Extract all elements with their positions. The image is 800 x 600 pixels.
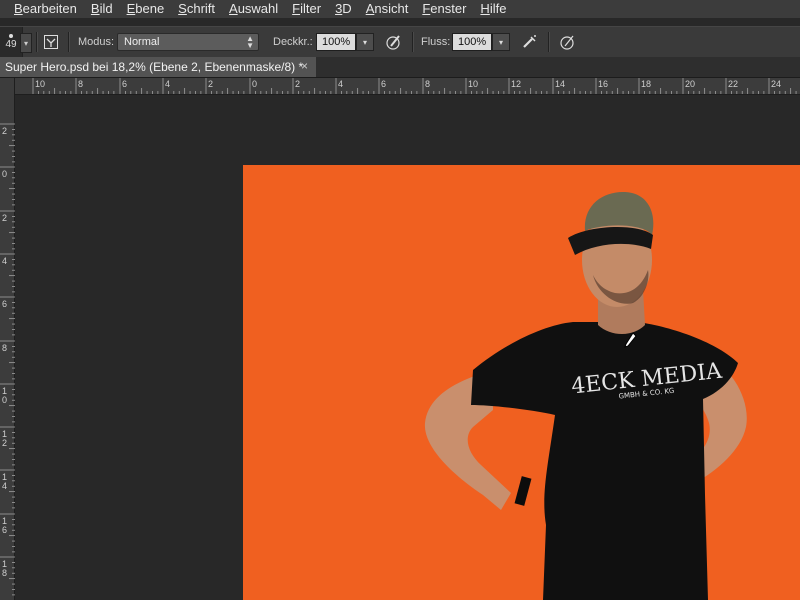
document-title: Super Hero.psd bei 18,2% (Ebene 2, Ebene… xyxy=(5,60,304,74)
ruler-label: 2 xyxy=(1,126,7,136)
brush-panel-icon xyxy=(44,35,58,49)
menu-bild[interactable]: Bild xyxy=(84,0,120,18)
flow-slider-toggle[interactable]: ▾ xyxy=(492,33,510,51)
ruler-label: 22 xyxy=(728,79,739,89)
ruler-label: 12 xyxy=(1,429,7,448)
opacity-label: Deckkr.: xyxy=(273,36,313,48)
ruler-label: 8 xyxy=(78,79,84,89)
menu-auswahl[interactable]: Auswahl xyxy=(222,0,285,18)
brush-panel-toggle[interactable] xyxy=(40,31,62,53)
menu-bar: Bearbeiten Bild Ebene Schrift Auswahl Filter 3… xyxy=(0,0,800,18)
brush-tip-icon xyxy=(9,34,13,38)
ruler-label: 14 xyxy=(1,472,7,491)
menu-accelerator: S xyxy=(178,1,187,16)
ruler-label: 6 xyxy=(122,79,128,89)
ruler-label: 6 xyxy=(1,299,7,309)
menu-accelerator: B xyxy=(90,1,100,16)
menu-accelerator: E xyxy=(126,1,136,16)
ruler-label: 20 xyxy=(685,79,696,89)
ruler-label: 24 xyxy=(771,79,782,89)
ruler-label: 8 xyxy=(1,343,7,353)
tool-options-bar: 49 ▾ Modus: Normal ▲ ▼ Deckkr.: 100% ▾ Fl… xyxy=(0,26,800,58)
menu-ebene[interactable]: Ebene xyxy=(120,0,172,18)
person-photo: 4ECK MEDIA GMBH & CO. KG xyxy=(424,191,747,600)
close-tab-icon[interactable]: × xyxy=(301,59,308,73)
separator xyxy=(36,32,38,52)
ruler-label: 16 xyxy=(1,516,7,535)
menu-label: uswahl xyxy=(237,1,279,16)
ruler-ticks xyxy=(32,78,797,94)
airbrush-icon xyxy=(523,35,536,48)
menu-label: earbeiten xyxy=(22,1,77,16)
ruler-label: 2 xyxy=(208,79,214,89)
ruler-label: 18 xyxy=(641,79,652,89)
mode-label: Modus: xyxy=(78,36,115,48)
menu-label: chrift xyxy=(186,1,216,16)
pressure-opacity-button[interactable] xyxy=(383,31,405,53)
menu-accelerator: H xyxy=(480,1,490,16)
menu-fenster[interactable]: Fenster xyxy=(415,0,473,18)
menu-3d[interactable]: 3D xyxy=(328,0,359,18)
pressure-size-button[interactable] xyxy=(557,31,579,53)
ruler-label: 2 xyxy=(1,213,7,223)
opacity-slider-toggle[interactable]: ▾ xyxy=(356,33,374,51)
separator xyxy=(68,32,70,52)
menu-label: enster xyxy=(430,1,467,16)
ruler-label: 12 xyxy=(511,79,522,89)
pressure-opacity-icon xyxy=(386,35,400,50)
ruler-label: 4 xyxy=(1,256,7,266)
mode-select[interactable]: Normal ▲ ▼ xyxy=(117,33,259,51)
menu-accelerator: B xyxy=(14,1,23,16)
ruler-label: 10 xyxy=(468,79,479,89)
ruler-label: 2 xyxy=(295,79,301,89)
ruler-label: 0 xyxy=(1,169,7,179)
ruler-label: 16 xyxy=(598,79,609,89)
ruler-label: 4 xyxy=(338,79,344,89)
separator xyxy=(548,32,550,52)
menu-hilfe[interactable]: Hilfe xyxy=(473,0,513,18)
menu-schrift[interactable]: Schrift xyxy=(171,0,222,18)
brush-size: 49 xyxy=(5,39,17,50)
brush-preset-dropdown[interactable]: ▾ xyxy=(20,33,32,53)
ruler-label: 14 xyxy=(555,79,566,89)
menu-label: nsicht xyxy=(374,1,409,16)
menu-bearbeiten[interactable]: Bearbeiten xyxy=(0,0,84,18)
flow-label: Fluss: xyxy=(421,36,451,48)
ruler-label: 18 xyxy=(1,559,7,578)
ruler-label: 0 xyxy=(252,79,258,89)
menu-label: ilter xyxy=(300,1,322,16)
ruler-label: 4 xyxy=(165,79,171,89)
menu-filter[interactable]: Filter xyxy=(285,0,328,18)
menu-label: D xyxy=(342,1,352,16)
select-arrows-icon: ▲ ▼ xyxy=(246,34,254,50)
menu-accelerator: F xyxy=(292,1,301,16)
mode-value: Normal xyxy=(124,36,160,48)
menu-ansicht[interactable]: Ansicht xyxy=(359,0,416,18)
ruler-label: 10 xyxy=(1,386,7,405)
airbrush-button[interactable] xyxy=(519,31,541,53)
wristband xyxy=(514,476,532,506)
document-tab-bar: Super Hero.psd bei 18,2% (Ebene 2, Ebene… xyxy=(0,57,800,78)
opacity-field[interactable]: 100% xyxy=(316,33,356,51)
document-canvas[interactable]: 4ECK MEDIA GMBH & CO. KG xyxy=(243,165,800,600)
ruler-label: 10 xyxy=(35,79,46,89)
menu-label: ild xyxy=(99,1,113,16)
document-tab[interactable]: Super Hero.psd bei 18,2% (Ebene 2, Ebene… xyxy=(0,57,316,77)
brush-cursor-icon xyxy=(624,332,637,348)
menu-accelerator: A xyxy=(229,1,238,16)
menu-label: ilfe xyxy=(489,1,507,16)
vertical-ruler: 2 0 2 4 6 8 10 12 14 16 18 xyxy=(0,94,15,600)
flow-field[interactable]: 100% xyxy=(452,33,492,51)
horizontal-ruler: 10 8 6 4 2 0 2 4 6 8 10 12 14 16 18 20 22 24 xyxy=(0,78,800,95)
menu-label: bene xyxy=(135,1,165,16)
separator xyxy=(412,32,414,52)
ruler-label: 8 xyxy=(425,79,431,89)
pressure-size-icon xyxy=(560,35,574,50)
ruler-label: 6 xyxy=(381,79,387,89)
